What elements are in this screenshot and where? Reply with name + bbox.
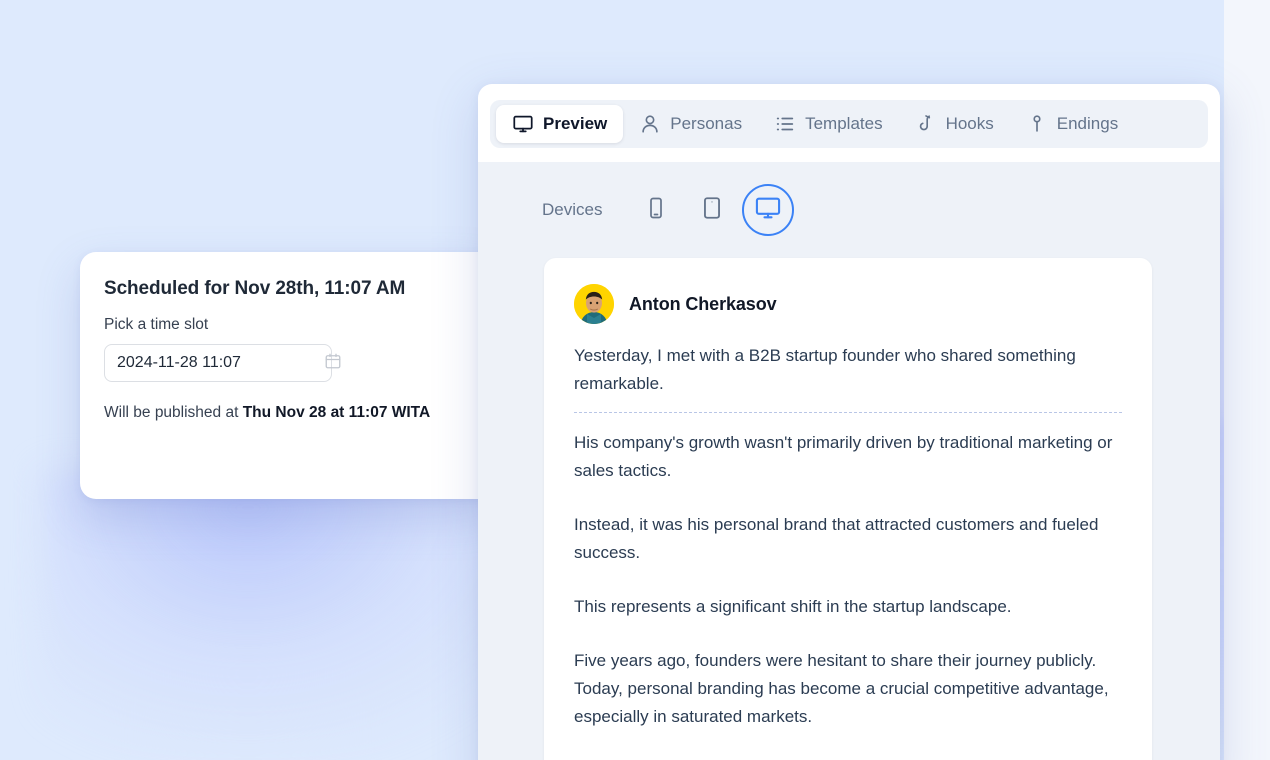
tabbar: Preview Personas Templates Hooks Endings [490,100,1208,148]
scheduled-card-title: Scheduled for Nov 28th, 11:07 AM [104,278,406,299]
devices-label: Devices [542,200,603,219]
post-author-name: Anton Cherkasov [629,293,777,314]
timeslot-field[interactable] [104,344,341,382]
tabbar-shell: Preview Personas Templates Hooks Endings [478,84,1220,162]
tab-templates[interactable]: Templates [758,105,898,143]
avatar-image [574,284,614,324]
post-divider [574,412,1122,413]
calendar-icon[interactable] [324,352,342,375]
tab-personas-label: Personas [670,114,743,133]
desktop-device-button[interactable] [742,184,795,236]
publish-note-prefix: Will be published at [104,404,243,421]
tablet-icon [699,195,725,226]
background-edge-strip [1224,0,1270,760]
post-author-row: Anton Cherkasov [574,284,1122,324]
monitor-icon [754,194,782,227]
phone-device-button[interactable] [630,184,682,236]
pin-icon [1026,113,1048,135]
tablet-device-button[interactable] [686,184,738,236]
publish-note: Will be published at Thu Nov 28 at 11:07… [104,404,476,422]
post-paragraph: His company's growth wasn't primarily dr… [574,433,1113,480]
post-paragraph: Instead, it was his personal brand that … [574,515,1099,562]
post-paragraph: Five years ago, founders were hesitant t… [574,651,1109,726]
tab-templates-label: Templates [805,114,883,133]
devices-row: Devices [478,162,1220,236]
person-icon [639,113,661,135]
monitor-icon [512,113,534,135]
timeslot-input[interactable] [117,354,324,372]
post-paragraph: This represents a significant shift in t… [574,597,1012,616]
tab-endings[interactable]: Endings [1010,105,1134,143]
tab-hooks[interactable]: Hooks [899,105,1010,143]
fishhook-icon [915,113,937,135]
post-paragraph: Yesterday, I met with a B2B startup foun… [574,346,1076,393]
timeslot-label: Pick a time slot [104,316,209,333]
publish-note-value: Thu Nov 28 at 11:07 WITA [242,404,431,421]
list-icon [774,113,796,135]
avatar [574,284,614,324]
tab-preview-label: Preview [543,114,608,133]
post-preview-card: Anton Cherkasov Yesterday, I met with a … [544,258,1152,760]
tab-personas[interactable]: Personas [623,105,758,143]
post-body: Yesterday, I met with a B2B startup foun… [574,342,1122,760]
tab-endings-label: Endings [1056,114,1119,133]
preview-panel: Preview Personas Templates Hooks Endings… [478,84,1220,760]
scheduled-card: Scheduled for Nov 28th, 11:07 AM Pick a … [80,252,500,499]
tab-hooks-label: Hooks [945,114,994,133]
phone-icon [644,196,668,225]
tab-preview[interactable]: Preview [496,105,624,143]
